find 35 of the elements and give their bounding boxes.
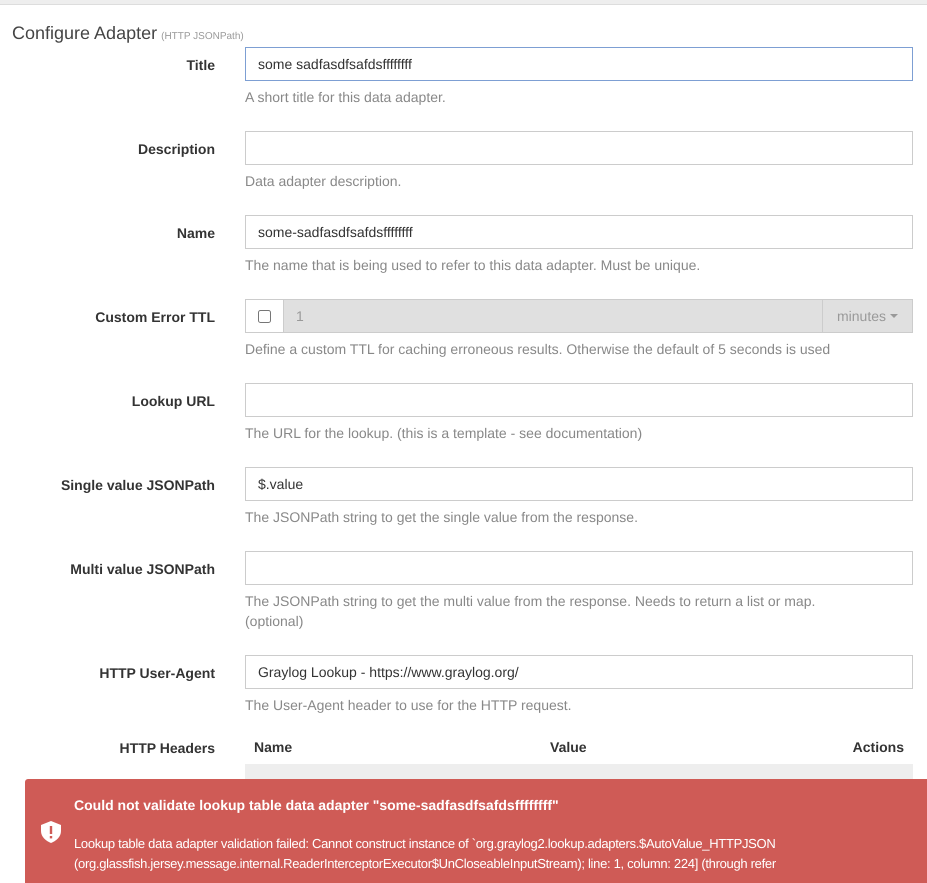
column-header: Actions [852,738,904,757]
help-text: Define a custom TTL for caching erroneous results. Otherwise the default of 5 seconds is used [245,340,832,359]
text-field[interactable]: $.value [245,467,913,501]
text-field[interactable] [245,383,913,417]
field-label: Single value JSONPath [60,477,215,493]
column-header: Value [550,738,588,757]
help-text: The User-Agent header to use for the HTTP request. [245,696,573,715]
page-title: Configure Adapter [12,22,158,45]
shield-icon [41,821,61,843]
text-field[interactable] [245,131,913,165]
field-label: HTTP Headers [120,740,215,756]
text-field[interactable]: some sadfasdfsafdsffffffff [245,47,913,81]
help-text: The JSONPath string to get the multi value from the response. Needs to return a list or map. (optional) [245,592,816,631]
error-title: Could not validate lookup table data adapter "some-sadfasdfsafdsffffffff" [74,796,560,815]
error-message: (org.glassfish.jersey.message.internal.ReaderInterceptorExecutor$UnCloseableInputStream); line: 1, column: 224] (through refer [74,854,776,873]
column-header: Name [254,738,294,757]
page-subtitle: (HTTP JSONPath) [161,30,244,44]
field-label: Custom Error TTL [95,309,215,325]
caret-icon [890,314,898,318]
text-field[interactable]: some-sadfasdfsafdsffffffff [245,215,913,249]
help-text: A short title for this data adapter. [245,88,447,107]
field-label: Multi value JSONPath [70,561,215,577]
field-label: Title [186,57,215,73]
field-label: Description [138,141,215,157]
help-text: The URL for the lookup. (this is a template - see documentation) [245,424,644,443]
help-text: Data adapter description. [245,172,402,191]
help-text: The name that is being used to refer to this data adapter. Must be unique. [245,256,702,275]
field-label: HTTP User-Agent [99,665,215,681]
text-field[interactable] [245,551,913,585]
field-label: Lookup URL [132,393,215,409]
text-field[interactable]: Graylog Lookup - https://www.graylog.org/ [245,655,913,689]
checkbox[interactable] [258,310,271,322]
help-text: The JSONPath string to get the single value from the response. [245,508,639,527]
error-message: Lookup table data adapter validation failed: Cannot construct instance of `org.graylog2.lookup.adapters.$AutoValue_HTTPJSON [74,834,776,853]
field-label: Name [176,225,215,241]
